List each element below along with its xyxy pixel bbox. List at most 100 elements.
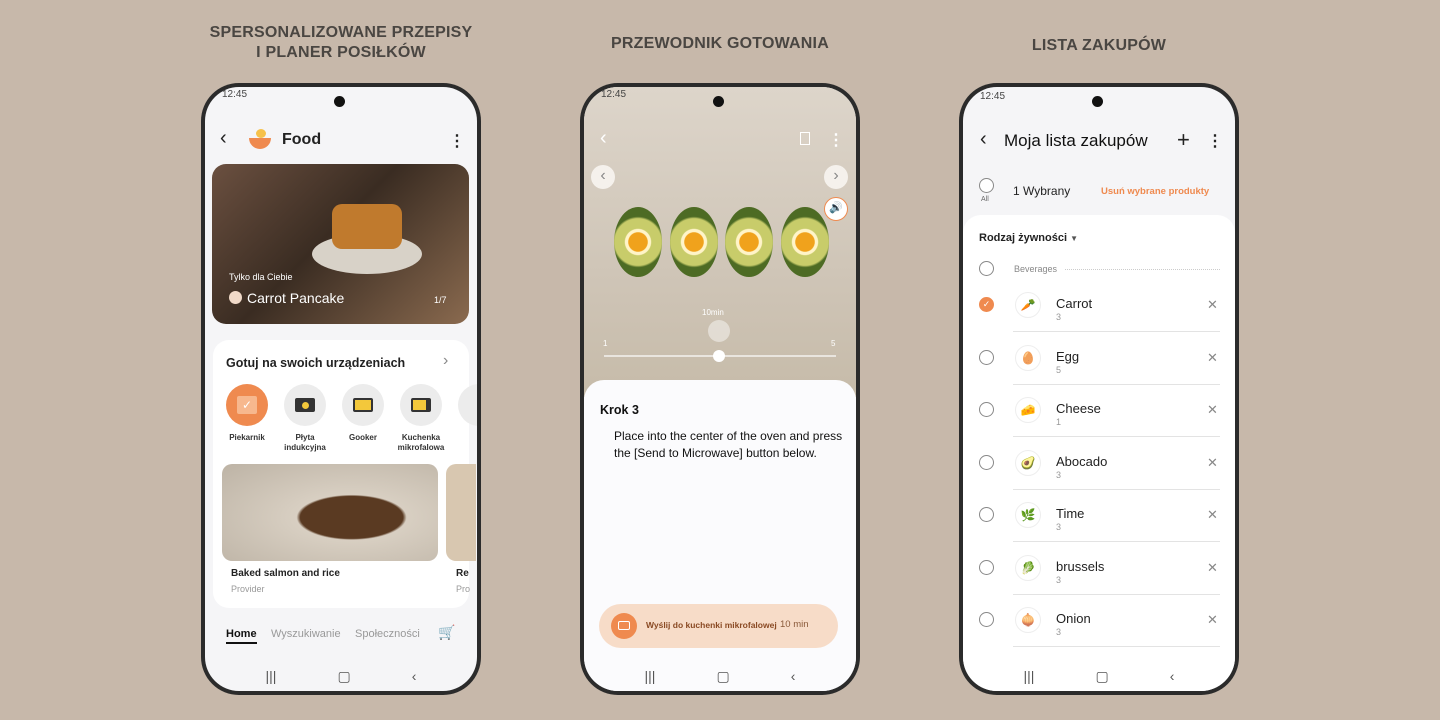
all-label: All (981, 196, 989, 203)
item-name: Cheese (1056, 401, 1101, 416)
timer-pin (708, 320, 730, 342)
send-to-microwave-button[interactable]: Wyślij do kuchenki mikrofalowej 10 min (599, 604, 838, 648)
app-title: Food (282, 131, 322, 148)
device-piekarnik[interactable]: ✓ (226, 384, 268, 426)
tab-community[interactable]: Społeczności (355, 628, 420, 640)
device-label: Kuchenka mikrofalowa (397, 433, 445, 452)
device-microwave[interactable] (400, 384, 442, 426)
food-logo-icon (249, 129, 271, 149)
remove-item-icon[interactable]: ✕ (1207, 402, 1218, 418)
system-nav: ||| ▢ ‹ (584, 661, 856, 691)
device-induction[interactable] (284, 384, 326, 426)
back-nav-icon[interactable]: ‹ (1170, 668, 1175, 684)
step-slider-handle[interactable] (713, 350, 725, 362)
recents-icon[interactable]: ||| (266, 668, 277, 684)
more-icon[interactable]: ⋮ (449, 131, 465, 151)
chef-icon (229, 291, 242, 304)
recents-icon[interactable]: ||| (1024, 668, 1035, 684)
item-checkbox[interactable] (979, 454, 994, 470)
caption-line: SPERSONALIZOWANE PRZEPISY (209, 24, 473, 41)
device-label: Piekarnik (229, 433, 265, 442)
select-all-checkbox[interactable] (979, 178, 994, 193)
system-nav: ||| ▢ ‹ (963, 661, 1235, 691)
device-more[interactable] (458, 384, 477, 426)
back-nav-icon[interactable]: ‹ (412, 668, 417, 684)
microwave-icon (411, 398, 431, 412)
item-quantity: 3 (1056, 312, 1062, 322)
item-checkbox[interactable]: ✓ (979, 297, 994, 312)
more-icon[interactable]: ⋮ (1207, 131, 1223, 151)
camera (334, 96, 345, 107)
recipe-card[interactable] (222, 464, 438, 561)
item-checkbox[interactable] (979, 402, 994, 417)
devices-chevron-icon[interactable]: › (443, 352, 448, 370)
bookmark-icon[interactable] (800, 132, 810, 145)
remove-item-icon[interactable]: ✕ (1207, 350, 1218, 366)
step-instruction: Place into the center of the oven and pr… (614, 429, 843, 460)
add-icon[interactable]: + (1177, 127, 1190, 153)
hero-title: Carrot Pancake (247, 290, 345, 306)
devices-title: Gotuj na swoich urządzeniach (226, 356, 406, 370)
more-icon[interactable]: ⋮ (828, 130, 844, 150)
page-title: Moja lista zakupów (1004, 131, 1148, 150)
item-checkbox[interactable] (979, 507, 994, 522)
tab-search[interactable]: Wyszukiwanie (271, 628, 341, 640)
back-icon[interactable]: ‹ (980, 128, 987, 151)
device-label: Płyta indukcyjna (284, 433, 326, 452)
item-divider (1013, 593, 1220, 595)
item-checkbox[interactable] (979, 349, 994, 365)
cart-icon[interactable]: 🛒 (438, 624, 455, 641)
food-type-filter[interactable]: Rodzaj żywności ▼ (979, 232, 1078, 244)
item-thumbnail-icon: 🧅 (1015, 607, 1041, 633)
item-quantity: 1 (1056, 417, 1062, 427)
send-time: 10 min (780, 619, 809, 630)
camera (1092, 96, 1103, 107)
next-step-button[interactable]: › (824, 165, 848, 189)
caption-line: I PLANER POSIŁKÓW (256, 44, 426, 61)
remove-item-icon[interactable]: ✕ (1207, 612, 1218, 628)
recipe-provider: Provider (231, 584, 265, 594)
camera (713, 96, 724, 107)
timer-label: 10min (702, 308, 724, 317)
remove-item-icon[interactable]: ✕ (1207, 297, 1218, 313)
send-label: Wyślij do kuchenki mikrofalowej (646, 620, 777, 630)
hero-tag: Tylko dla Ciebie (229, 272, 293, 282)
item-quantity: 3 (1056, 627, 1062, 637)
prev-step-button[interactable]: ‹ (591, 165, 615, 189)
device-label: Gooker (348, 433, 377, 442)
back-icon[interactable]: ‹ (220, 127, 227, 150)
remove-item-icon[interactable]: ✕ (1207, 455, 1218, 471)
back-nav-icon[interactable]: ‹ (791, 668, 796, 684)
item-quantity: 3 (1056, 574, 1062, 585)
item-name: Egg (1056, 348, 1080, 364)
phone-guide: 12:45 ‹ ⋮ ‹ › 🔊 10min 1 5 Krok 3 Place i… (580, 83, 860, 695)
item-checkbox[interactable] (979, 559, 994, 575)
item-thumbnail-icon: 🥕 (1015, 292, 1041, 318)
remove-selected-link[interactable]: Usuń wybrane produkty (1101, 186, 1209, 197)
gooker-icon (353, 398, 373, 412)
microwave-icon (611, 613, 637, 639)
item-divider (1013, 541, 1220, 542)
avocado-eggs-image (614, 207, 829, 282)
remove-item-icon[interactable]: ✕ (1207, 560, 1218, 576)
tab-home[interactable]: Home (226, 628, 257, 644)
recipe-card[interactable] (446, 464, 476, 561)
item-thumbnail-icon: 🥬 (1015, 554, 1041, 581)
item-name: Abocado (1056, 453, 1108, 469)
item-checkbox[interactable] (979, 612, 994, 627)
remove-item-icon[interactable]: ✕ (1207, 507, 1218, 523)
hero-card[interactable]: Tylko dla Ciebie Carrot Pancake 1/7 (212, 164, 469, 324)
device-gooker[interactable] (342, 384, 384, 426)
induction-icon (295, 398, 315, 412)
home-icon[interactable]: ▢ (1095, 668, 1108, 685)
item-quantity: 3 (1056, 469, 1062, 480)
item-thumbnail-icon: 🥚 (1015, 344, 1041, 371)
home-icon[interactable]: ▢ (337, 668, 350, 685)
category-checkbox[interactable] (979, 261, 994, 276)
selected-count: 1 Wybrany (1013, 184, 1071, 198)
home-icon[interactable]: ▢ (716, 668, 729, 685)
oven-icon: ✓ (237, 396, 257, 414)
status-time: 12:45 (601, 89, 627, 100)
back-icon[interactable]: ‹ (600, 127, 607, 150)
recents-icon[interactable]: ||| (645, 668, 656, 684)
